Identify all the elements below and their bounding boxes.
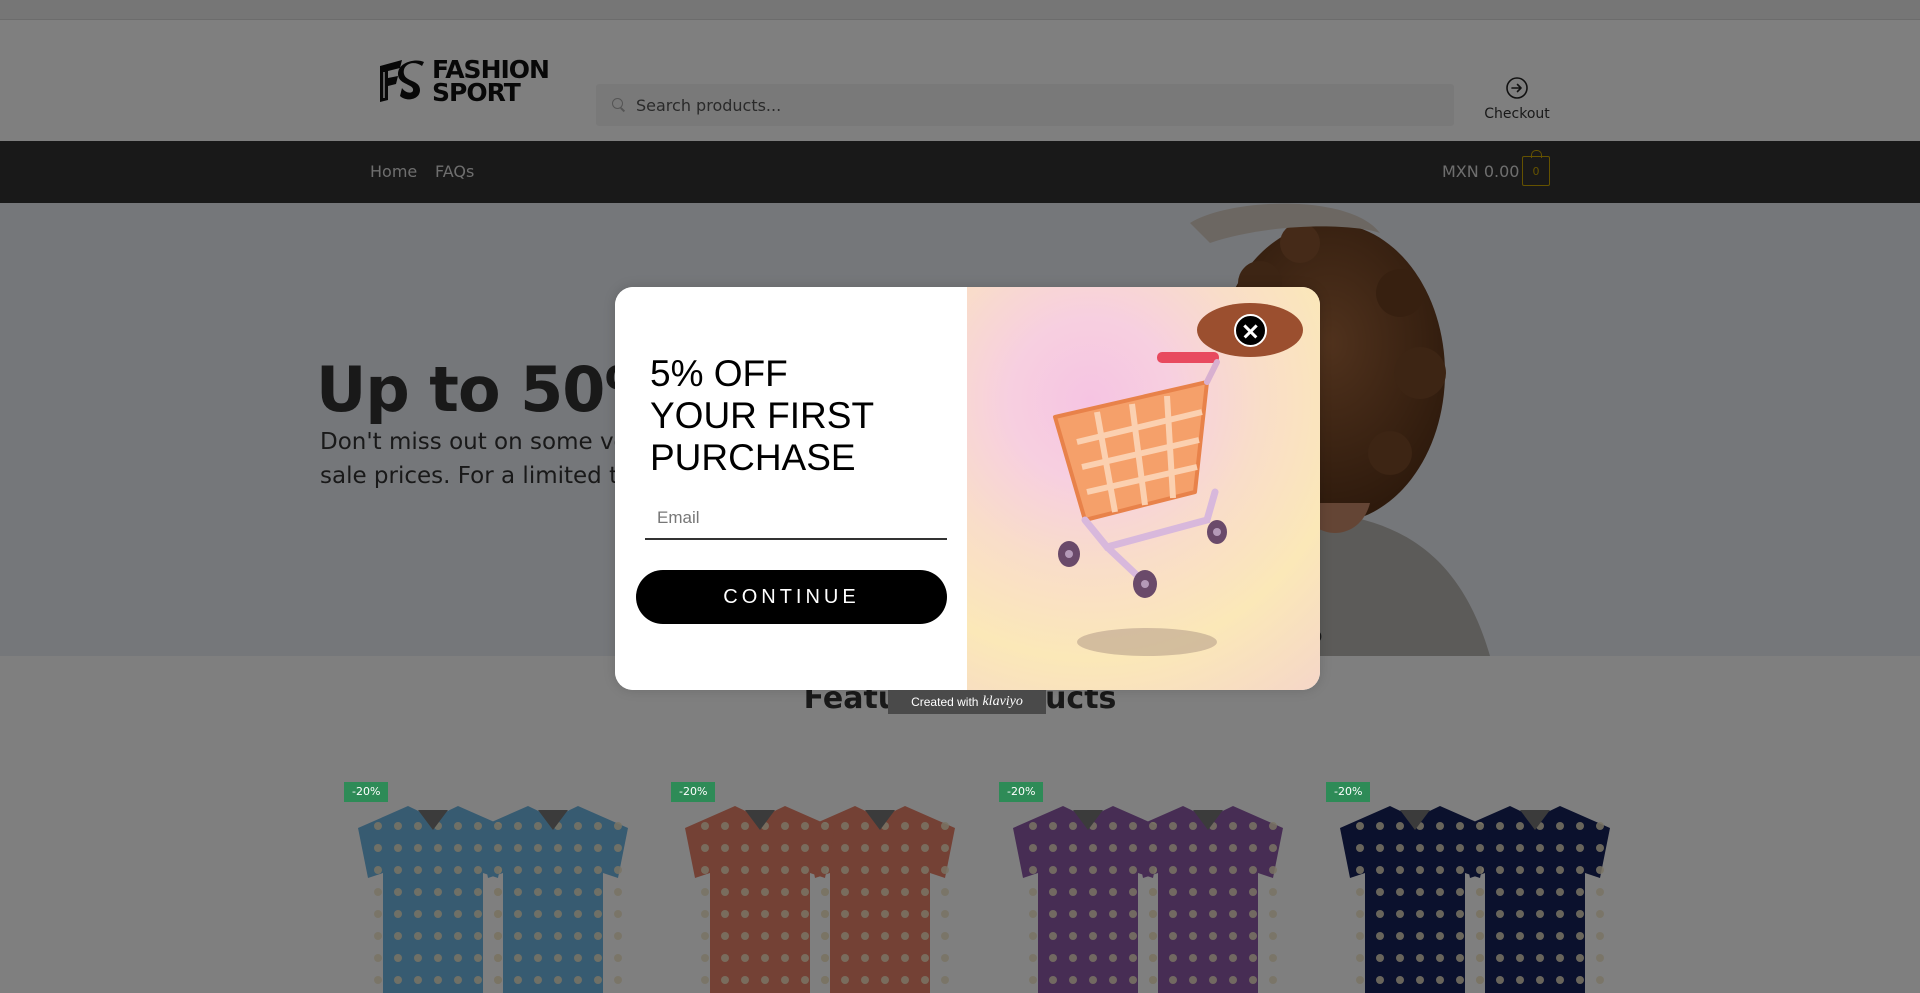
badge-prefix: Created with (911, 695, 979, 709)
popup-image-panel (967, 287, 1320, 690)
sale-badge: -20% (999, 782, 1044, 802)
continue-button[interactable]: CONTINUE (636, 570, 947, 624)
sale-badge: -20% (671, 782, 716, 802)
close-button-backdrop (1197, 303, 1303, 357)
email-field[interactable] (645, 498, 947, 540)
popup-headline-line3: PURCHASE (650, 437, 856, 478)
sale-badge: -20% (344, 782, 389, 802)
popup-headline: 5% OFF YOUR FIRST PURCHASE (650, 353, 874, 479)
sale-badge: -20% (1326, 782, 1371, 802)
shopping-cart-icon (1053, 352, 1227, 656)
signup-popup: 5% OFF YOUR FIRST PURCHASE CONTINUE (615, 287, 1320, 690)
klaviyo-logo: klaviyo (982, 694, 1023, 709)
popup-form-panel: 5% OFF YOUR FIRST PURCHASE CONTINUE (615, 287, 967, 690)
popup-headline-line1: 5% OFF (650, 353, 788, 394)
close-icon[interactable] (1234, 314, 1267, 347)
klaviyo-credit-badge[interactable]: Created with klaviyo (888, 690, 1046, 714)
popup-headline-line2: YOUR FIRST (650, 395, 875, 436)
